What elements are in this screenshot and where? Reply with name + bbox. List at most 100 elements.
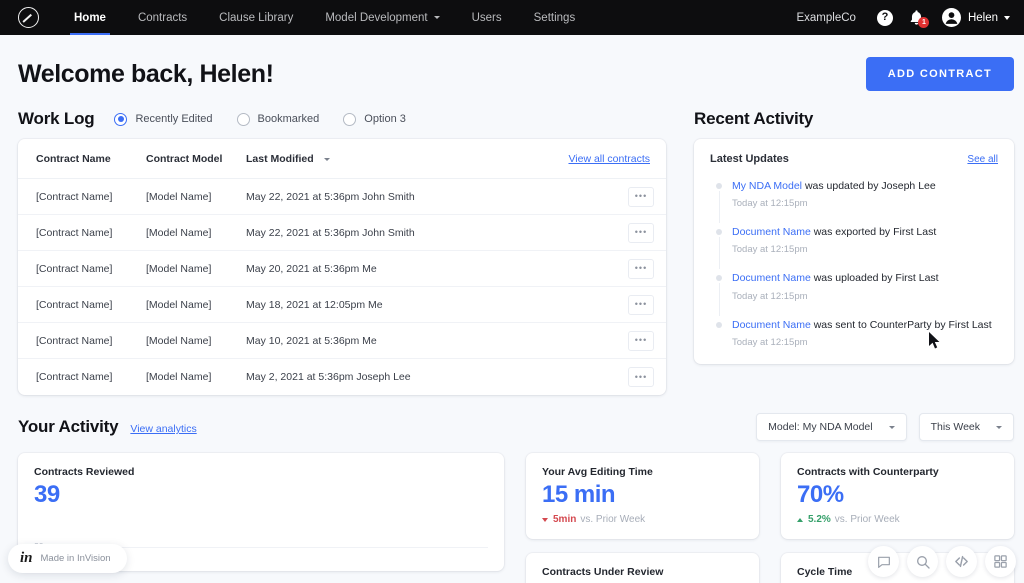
filter-option-3[interactable]: Option 3 (343, 112, 406, 126)
sort-descending-caret-icon (323, 157, 330, 161)
notifications-button[interactable]: 1 (904, 5, 930, 31)
cell-contract-model: [Model Name] (146, 226, 212, 239)
cell-contract-model: [Model Name] (146, 190, 212, 203)
chevron-down-icon (888, 425, 895, 429)
delta-subtext: vs. Prior Week (834, 514, 900, 525)
cell-last-modified: May 22, 2021 at 5:36pm John Smith (246, 226, 415, 239)
bell-icon: 1 (908, 9, 930, 28)
nav-item-home[interactable]: Home (58, 0, 122, 35)
avg-editing-time-value: 15 min (542, 481, 616, 508)
column-header-contract-model[interactable]: Contract Model (146, 153, 246, 165)
nav-item-home-label: Home (74, 11, 106, 24)
nav-item-model-development-label: Model Development (325, 11, 428, 24)
editing-time-column: Your Avg Editing Time 15 min 5min vs. Pr… (526, 453, 759, 583)
code-brackets-icon (955, 555, 968, 568)
see-all-link[interactable]: See all (967, 154, 998, 165)
app-logo[interactable] (8, 7, 48, 28)
cell-contract-model: [Model Name] (146, 262, 212, 275)
invision-badge[interactable]: in Made in InVision (8, 544, 127, 573)
row-actions-menu-button[interactable]: ••• (628, 258, 654, 279)
primary-nav-links: Home Contracts Clause Library Model Deve… (58, 0, 591, 35)
table-row[interactable]: [Contract Name] [Model Name] May 22, 202… (18, 179, 666, 215)
row-actions-menu-button[interactable]: ••• (628, 186, 654, 207)
activity-timestamp: Today at 12:15pm (732, 336, 808, 348)
help-button[interactable]: ? (872, 5, 898, 31)
table-header-row: Contract Name Contract Model Last Modifi… (18, 139, 666, 179)
counterparty-delta: 5.2% vs. Prior Week (797, 514, 998, 525)
row-actions-menu-button[interactable]: ••• (628, 222, 654, 243)
filter-recently-edited-label: Recently Edited (135, 113, 213, 125)
table-row[interactable]: [Contract Name] [Model Name] May 22, 202… (18, 215, 666, 251)
table-row[interactable]: [Contract Name] [Model Name] May 10, 202… (18, 323, 666, 359)
cell-contract-name: [Contract Name] (36, 226, 113, 239)
notification-count-badge: 1 (918, 17, 930, 28)
your-activity-filters: Model: My NDA Model This Week (756, 413, 1014, 441)
counterparty-value: 70% (797, 481, 844, 508)
radio-icon (114, 112, 128, 126)
activity-rest: was updated by Joseph Lee (802, 180, 936, 192)
row-actions-menu-button[interactable]: ••• (628, 294, 654, 315)
nav-item-users[interactable]: Users (456, 0, 518, 35)
recent-activity-column: Recent Activity Latest Updates See all M… (694, 91, 1014, 395)
row-actions-menu-button[interactable]: ••• (628, 367, 654, 387)
filter-bookmarked[interactable]: Bookmarked (236, 112, 319, 126)
filter-recently-edited[interactable]: Recently Edited (114, 112, 213, 126)
cell-last-modified: May 2, 2021 at 5:36pm Joseph Lee (246, 371, 411, 383)
work-log-header: Work Log Recently Edited Bookmarked Opti… (18, 109, 666, 129)
cell-last-modified: May 10, 2021 at 5:36pm Me (246, 334, 377, 347)
view-analytics-link[interactable]: View analytics (130, 423, 196, 435)
view-all-contracts-link[interactable]: View all contracts (568, 153, 650, 165)
work-log-column: Work Log Recently Edited Bookmarked Opti… (18, 91, 666, 395)
column-header-contract-name[interactable]: Contract Name (36, 153, 146, 165)
list-item[interactable]: Document Name was uploaded by First Last… (716, 271, 998, 316)
activity-link[interactable]: Document Name (732, 226, 811, 238)
table-row[interactable]: [Contract Name] [Model Name] May 2, 2021… (18, 359, 666, 395)
radio-icon (236, 112, 250, 126)
nav-item-clause-library[interactable]: Clause Library (203, 0, 309, 35)
activity-link[interactable]: Document Name (732, 319, 811, 331)
list-item[interactable]: My NDA Model was updated by Joseph Lee T… (716, 179, 998, 224)
cell-last-modified: May 18, 2021 at 12:05pm Me (246, 298, 383, 311)
your-activity-title-group: Your Activity View analytics (18, 417, 197, 437)
activity-rest: was uploaded by First Last (810, 272, 939, 285)
cell-contract-name: [Contract Name] (36, 262, 113, 275)
avatar (941, 8, 961, 27)
comment-button[interactable] (868, 546, 899, 577)
period-filter-value: This Week (930, 421, 980, 433)
activity-timestamp: Today at 12:15pm (732, 198, 808, 210)
user-avatar-icon (942, 8, 961, 27)
inspect-code-button[interactable] (946, 546, 977, 577)
nav-item-contracts[interactable]: Contracts (122, 0, 203, 35)
chevron-down-icon (1004, 15, 1010, 20)
cell-last-modified: May 20, 2021 at 5:36pm Me (246, 262, 377, 275)
nav-item-settings[interactable]: Settings (518, 0, 592, 35)
cell-contract-name: [Contract Name] (36, 371, 113, 383)
user-menu[interactable]: Helen (941, 8, 1010, 27)
filter-option-3-label: Option 3 (364, 113, 406, 125)
cell-contract-name: [Contract Name] (36, 190, 113, 203)
model-filter-dropdown[interactable]: Model: My NDA Model (756, 413, 907, 441)
work-log-table-card: Contract Name Contract Model Last Modifi… (18, 139, 666, 395)
nav-item-users-label: Users (471, 11, 502, 24)
table-row[interactable]: [Contract Name] [Model Name] May 18, 202… (18, 287, 666, 323)
activity-rest: was exported by First Last (810, 226, 937, 239)
your-activity-header: Your Activity View analytics Model: My N… (0, 413, 1024, 441)
add-contract-button[interactable]: ADD CONTRACT (865, 57, 1014, 91)
column-header-last-modified[interactable]: Last Modified (246, 153, 330, 165)
list-item[interactable]: Document Name was sent to CounterParty b… (716, 318, 998, 348)
model-filter-value: Model: My NDA Model (768, 421, 873, 433)
cell-contract-model: [Model Name] (146, 334, 212, 347)
row-actions-menu-button[interactable]: ••• (628, 330, 654, 351)
list-item[interactable]: Document Name was exported by First Last… (716, 225, 998, 270)
cell-contract-model: [Model Name] (146, 298, 212, 311)
period-filter-dropdown[interactable]: This Week (918, 413, 1014, 441)
grid-view-button[interactable] (985, 546, 1016, 577)
username-label: Helen (967, 11, 998, 24)
invision-label: Made in InVision (40, 553, 111, 564)
contracts-reviewed-value: 39 (34, 481, 60, 508)
activity-link[interactable]: Document Name (732, 272, 811, 284)
activity-link[interactable]: My NDA Model (732, 180, 802, 192)
table-row[interactable]: [Contract Name] [Model Name] May 20, 202… (18, 251, 666, 287)
search-button[interactable] (907, 546, 938, 577)
nav-item-model-development[interactable]: Model Development (309, 0, 455, 35)
